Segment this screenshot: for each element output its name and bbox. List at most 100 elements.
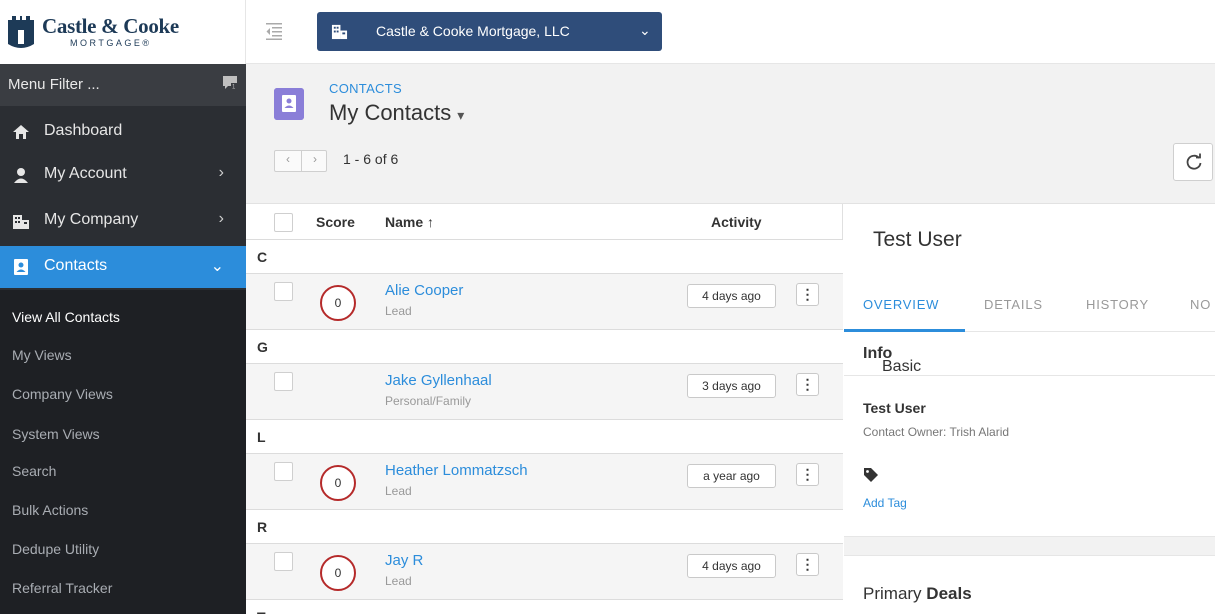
tag-icon — [864, 468, 878, 482]
chevron-right-icon: › — [218, 210, 224, 227]
detail-title: Test User — [873, 228, 962, 251]
score-badge: 0 — [320, 285, 356, 321]
submenu-dedupe-utility[interactable]: Dedupe Utility — [12, 541, 99, 557]
score-badge: 0 — [320, 555, 356, 591]
refresh-button[interactable] — [1173, 143, 1213, 181]
column-activity[interactable]: Activity — [711, 214, 762, 230]
group-header: R — [246, 510, 843, 544]
sidebar-item-my-company[interactable]: My Company › — [0, 200, 246, 242]
submenu-search[interactable]: Search — [12, 463, 56, 479]
activity-badge[interactable]: 4 days ago — [687, 284, 776, 308]
submenu-view-all-contacts[interactable]: View All Contacts — [12, 309, 120, 325]
sidebar-item-contacts[interactable]: Contacts ⌄ — [0, 246, 246, 288]
contact-owner: Contact Owner: Trish Alarid — [863, 425, 1010, 439]
home-icon — [13, 125, 29, 139]
pager: ‹ › — [274, 150, 327, 172]
group-header: T — [246, 600, 843, 614]
refresh-icon — [1186, 153, 1202, 170]
contact-type: Lead — [385, 304, 412, 318]
filter-comment-icon[interactable]: 1 — [222, 74, 238, 92]
group-header: C — [246, 240, 843, 274]
sidebar: Castle & Cooke MORTGAGE® Menu Filter ...… — [0, 0, 246, 614]
add-tag-link[interactable]: Add Tag — [863, 496, 907, 510]
caret-down-icon: ▾ — [457, 107, 465, 123]
score-badge: 0 — [320, 465, 356, 501]
chevron-down-icon: ⌄ — [210, 258, 224, 275]
activity-badge[interactable]: 3 days ago — [687, 374, 776, 398]
building-icon — [13, 215, 29, 229]
tab-history[interactable]: HISTORY — [1086, 297, 1149, 312]
submenu-bulk-actions[interactable]: Bulk Actions — [12, 502, 88, 518]
row-menu-button[interactable]: ⋮ — [796, 283, 819, 306]
company-name: Castle & Cooke Mortgage, LLC — [376, 23, 570, 39]
row-menu-button[interactable]: ⋮ — [796, 553, 819, 576]
activity-badge[interactable]: 4 days ago — [687, 554, 776, 578]
tab-details[interactable]: DETAILS — [984, 297, 1043, 312]
contact-name-link[interactable]: Jay R — [385, 552, 423, 569]
brand-name: Castle & Cooke — [42, 14, 179, 38]
column-score[interactable]: Score — [316, 214, 355, 230]
contact-detail-panel: Test User OVERVIEW DETAILS HISTORY NO Ba… — [844, 204, 1215, 614]
content-header: CONTACTS My Contacts ▾ ‹ › 1 - 6 of 6 — [246, 64, 1215, 204]
submenu-referral-tracker[interactable]: Referral Tracker — [12, 580, 112, 596]
contact-type: Lead — [385, 484, 412, 498]
detail-tabs: OVERVIEW DETAILS HISTORY NO — [844, 280, 1215, 332]
sidebar-item-my-account[interactable]: My Account › — [0, 154, 246, 196]
menu-filter[interactable]: Menu Filter ... 1 — [0, 64, 246, 106]
contacts-icon — [274, 88, 304, 120]
section-primary-deals: Primary Deals — [863, 584, 972, 603]
contact-list: Score Name ↑ Activity C 0 Alie Cooper Le… — [246, 204, 843, 614]
contact-type: Personal/Family — [385, 394, 472, 408]
row-menu-button[interactable]: ⋮ — [796, 373, 819, 396]
contact-name: Test User — [863, 400, 926, 416]
top-bar: Castle & Cooke Mortgage, LLC ⌄ — [246, 0, 1215, 64]
contact-name-link[interactable]: Heather Lommatzsch — [385, 462, 528, 479]
list-header: Score Name ↑ Activity — [246, 204, 843, 240]
user-icon — [14, 168, 28, 183]
sidebar-item-dashboard[interactable]: Dashboard — [0, 111, 246, 153]
contact-name-link[interactable]: Alie Cooper — [385, 282, 463, 299]
brand-logo[interactable]: Castle & Cooke MORTGAGE® — [0, 0, 246, 64]
sidebar-item-label: Dashboard — [44, 122, 123, 139]
table-row[interactable]: Jake Gyllenhaal Personal/Family 3 days a… — [246, 364, 843, 420]
tab-overview[interactable]: OVERVIEW — [863, 297, 939, 312]
castle-logo-icon — [8, 16, 34, 48]
next-page-button[interactable]: › — [302, 152, 328, 166]
activity-badge[interactable]: a year ago — [687, 464, 776, 488]
row-checkbox[interactable] — [274, 552, 293, 571]
record-count: 1 - 6 of 6 — [343, 151, 399, 167]
contacts-icon — [14, 259, 28, 275]
menu-collapse-icon[interactable] — [266, 22, 282, 40]
column-name[interactable]: Name ↑ — [385, 214, 434, 230]
brand-sub: MORTGAGE® — [70, 38, 152, 48]
submenu-company-views[interactable]: Company Views — [12, 386, 113, 402]
row-checkbox[interactable] — [274, 462, 293, 481]
group-header: L — [246, 420, 843, 454]
submenu-my-views[interactable]: My Views — [12, 347, 72, 363]
chevron-right-icon: › — [218, 164, 224, 181]
building-icon — [331, 24, 348, 40]
row-menu-button[interactable]: ⋮ — [796, 463, 819, 486]
menu-filter-input[interactable]: Menu Filter ... — [8, 76, 100, 93]
section-divider — [844, 536, 1215, 556]
chevron-down-icon: ⌄ — [639, 22, 651, 38]
company-selector[interactable]: Castle & Cooke Mortgage, LLC ⌄ — [317, 12, 662, 51]
sidebar-item-label: Contacts — [44, 257, 108, 274]
prev-page-button[interactable]: ‹ — [275, 152, 301, 166]
breadcrumb[interactable]: CONTACTS — [329, 81, 402, 96]
contact-type: Lead — [385, 574, 412, 588]
sidebar-item-label: My Account — [44, 165, 127, 182]
select-all-checkbox[interactable] — [274, 213, 293, 232]
tab-notes[interactable]: NO — [1190, 297, 1211, 312]
table-row[interactable]: 0 Heather Lommatzsch Lead a year ago ⋮ — [246, 454, 843, 510]
submenu-system-views[interactable]: System Views — [12, 426, 100, 442]
table-row[interactable]: 0 Alie Cooper Lead 4 days ago ⋮ — [246, 274, 843, 330]
row-checkbox[interactable] — [274, 372, 293, 391]
row-checkbox[interactable] — [274, 282, 293, 301]
group-header: G — [246, 330, 843, 364]
table-row[interactable]: 0 Jay R Lead 4 days ago ⋮ — [246, 544, 843, 600]
contact-name-link[interactable]: Jake Gyllenhaal — [385, 372, 492, 389]
page-title[interactable]: My Contacts ▾ — [329, 100, 464, 126]
sidebar-item-label: My Company — [44, 211, 139, 228]
contacts-submenu: View All Contacts My Views Company Views… — [0, 290, 246, 614]
